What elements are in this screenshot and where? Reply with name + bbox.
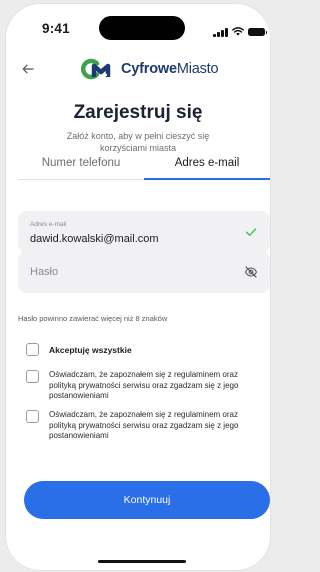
logo-wordmark: CyfroweMiasto (121, 61, 219, 77)
page-subtitle: Załóż konto, aby w pełni cieszyć się kor… (66, 131, 210, 153)
email-field[interactable]: Adres e-mail dawid.kowalski@mail.com (18, 211, 270, 253)
dynamic-island (99, 16, 185, 40)
status-time: 9:41 (42, 21, 70, 36)
tab-phone-number[interactable]: Numer telefonu (18, 154, 144, 179)
logo-wordmark-light: Miasto (176, 61, 219, 77)
terms-checkbox-2[interactable] (26, 410, 39, 423)
signal-icon (213, 27, 228, 37)
accept-all-label: Akceptuję wszystkie (49, 345, 132, 355)
terms-consent-1[interactable]: Oświadczam, że zapoznałem się z regulami… (26, 370, 266, 402)
password-field[interactable]: Hasło (18, 251, 270, 293)
terms-consent-label-1: Oświadczam, że zapoznałem się z regulami… (49, 370, 239, 400)
arrow-left-icon (22, 64, 34, 74)
battery-icon (247, 28, 267, 36)
home-indicator (98, 560, 186, 563)
logo-wordmark-bold: Cyfrowe (121, 61, 177, 77)
system-icons (213, 23, 267, 41)
back-button[interactable] (22, 61, 40, 77)
wifi-icon (231, 23, 244, 41)
terms-checkbox-1[interactable] (26, 370, 39, 383)
accept-all-consent[interactable]: Akceptuję wszystkie (26, 343, 266, 356)
page-title: Zarejestruj się (73, 102, 203, 123)
eye-off-icon[interactable] (244, 265, 258, 279)
password-placeholder: Hasło (30, 266, 59, 278)
continue-button[interactable]: Kontynuuj (24, 481, 270, 519)
check-icon (245, 228, 257, 236)
phone-screen: 9:41 CyfroweMiasto Zarejestruj się Załóż… (6, 4, 270, 570)
terms-consent-2[interactable]: Oświadczam, że zapoznałem się z regulami… (26, 410, 266, 442)
email-field-label: Adres e-mail (30, 221, 67, 228)
terms-consent-label-2: Oświadczam, że zapoznałem się z regulami… (49, 410, 239, 440)
registration-method-tabs: Numer telefonu Adres e-mail (18, 154, 270, 180)
tab-email-address[interactable]: Adres e-mail (144, 154, 270, 180)
password-hint: Hasło powinno zawierać więcej niż 8 znak… (18, 314, 168, 323)
email-field-value: dawid.kowalski@mail.com (30, 233, 159, 245)
cyfrowe-miasto-logo-icon (81, 58, 111, 80)
accept-all-checkbox[interactable] (26, 343, 39, 356)
status-bar: 9:41 (6, 4, 270, 50)
app-logo: CyfroweMiasto (80, 56, 219, 82)
